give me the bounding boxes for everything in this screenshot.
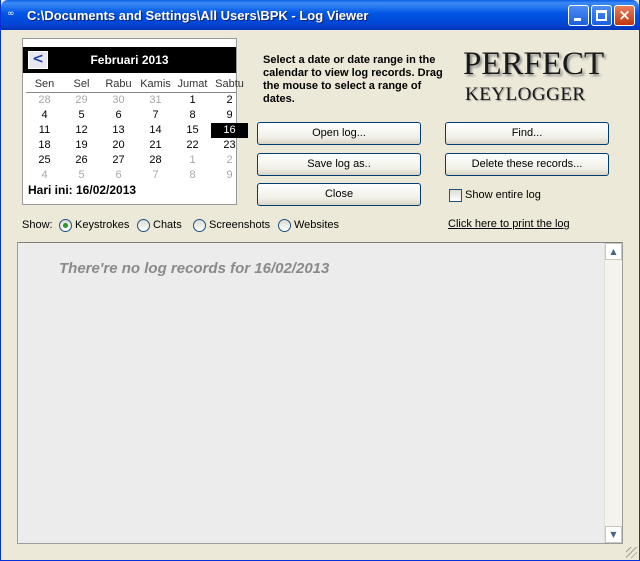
maximize-button[interactable] [591, 5, 612, 26]
weekday-header: Sel [73, 78, 90, 90]
calendar-month-label: Februari 2013 [90, 53, 169, 67]
calendar-day[interactable]: 25 [26, 153, 63, 168]
weekday-header: Jumat [177, 78, 208, 90]
log-viewer-window: ∞ C:\Documents and Settings\All Users\BP… [0, 0, 640, 561]
print-log-link[interactable]: Click here to print the log [448, 218, 570, 230]
calendar-day[interactable]: 20 [100, 138, 137, 153]
calendar-day[interactable]: 6 [100, 108, 137, 123]
websites-radio[interactable] [278, 219, 291, 232]
today-label: Hari ini: 16/02/2013 [28, 183, 137, 197]
calendar-day[interactable]: 9 [211, 108, 248, 123]
calendar-day[interactable]: 6 [100, 168, 137, 183]
calendar-day[interactable]: 2 [211, 93, 248, 108]
calendar-day[interactable]: 30 [100, 93, 137, 108]
calendar-day[interactable]: 5 [63, 108, 100, 123]
minimize-icon [574, 18, 581, 21]
previous-month-button[interactable]: < [28, 51, 48, 69]
calendar-day[interactable]: 7 [137, 168, 174, 183]
calendar-day-selected[interactable]: 16 [211, 123, 248, 138]
weekday-header: Kamis [140, 78, 171, 90]
calendar-day[interactable]: 28 [26, 93, 63, 108]
screenshots-label[interactable]: Screenshots [209, 219, 270, 231]
calendar-weeks: 28 29 30 31 1 2 4 5 6 7 8 9 11 12 13 14 15 16 18 19 20 21 22 23… [26, 93, 248, 183]
calendar-day[interactable]: 14 [137, 123, 174, 138]
logo-keylogger: KEYLOGGER [465, 84, 586, 105]
calendar-day[interactable]: 18 [26, 138, 63, 153]
calendar-week-row: 25 26 27 28 1 2 [26, 153, 236, 168]
show-label: Show: [22, 219, 53, 231]
calendar-day[interactable]: 8 [174, 168, 211, 183]
log-records-pane[interactable]: There're no log records for 16/02/2013 ▲… [17, 242, 623, 544]
title-bar[interactable]: ∞ C:\Documents and Settings\All Users\BP… [1, 0, 639, 30]
calendar-day[interactable]: 2 [211, 153, 248, 168]
calendar-day[interactable]: 11 [26, 123, 63, 138]
chevron-left-icon: < [32, 51, 44, 67]
calendar-grid: Sen Sel Rabu Kamis Jumat Sabtu 28 29 30 31 1… [26, 77, 248, 183]
calendar-day[interactable]: 26 [63, 153, 100, 168]
chats-radio[interactable] [137, 219, 150, 232]
calendar-day[interactable]: 29 [63, 93, 100, 108]
calendar-day[interactable]: 15 [174, 123, 211, 138]
show-entire-log-label[interactable]: Show entire log [465, 189, 541, 201]
open-log-button[interactable]: Open log... [257, 122, 421, 145]
calendar-day[interactable]: 28 [137, 153, 174, 168]
chats-label[interactable]: Chats [153, 219, 182, 231]
window-title: C:\Documents and Settings\All Users\BPK … [27, 8, 369, 23]
close-window-button[interactable]: × [614, 5, 635, 26]
calendar-day[interactable]: 1 [174, 153, 211, 168]
websites-label[interactable]: Websites [294, 219, 339, 231]
weekday-header: Sabtu [215, 78, 244, 90]
scroll-down-button[interactable]: ▼ [605, 526, 622, 543]
keystrokes-label[interactable]: Keystrokes [75, 219, 129, 231]
logo-perfect: PERFECT [463, 46, 605, 82]
calendar-day[interactable]: 9 [211, 168, 248, 183]
calendar-weekday-row: Sen Sel Rabu Kamis Jumat Sabtu [26, 77, 244, 93]
calendar-week-row: 456789 [26, 168, 236, 183]
weekday-header: Rabu [105, 78, 132, 90]
find-button[interactable]: Find... [445, 122, 609, 145]
resize-grip-icon[interactable] [626, 547, 637, 558]
delete-records-button[interactable]: Delete these records... [445, 153, 609, 176]
screenshots-radio[interactable] [193, 219, 206, 232]
vertical-scrollbar[interactable]: ▲ ▼ [604, 243, 622, 543]
calendar-day[interactable]: 19 [63, 138, 100, 153]
close-button[interactable]: Close [257, 183, 421, 206]
keylogger-app-icon[interactable]: ∞ [7, 9, 23, 19]
date-calendar: Februari 2013 < Sen Sel Rabu Kamis Jumat… [22, 38, 248, 205]
calendar-day[interactable]: 7 [137, 108, 174, 123]
calendar-week-row: 28 29 30 31 1 2 [26, 93, 236, 108]
maximize-icon [596, 10, 607, 21]
minimize-button[interactable] [568, 5, 589, 26]
close-icon: × [618, 6, 631, 24]
calendar-day[interactable]: 27 [100, 153, 137, 168]
calendar-day[interactable]: 22 [174, 138, 211, 153]
scroll-up-button[interactable]: ▲ [605, 243, 622, 260]
arrow-up-icon: ▲ [610, 247, 617, 256]
calendar-day[interactable]: 8 [174, 108, 211, 123]
calendar-day[interactable]: 31 [137, 93, 174, 108]
keystrokes-radio[interactable] [59, 219, 72, 232]
weekday-header: Sen [34, 78, 55, 90]
calendar-week-row: 456789 [26, 108, 236, 123]
calendar-day[interactable]: 23 [211, 138, 248, 153]
calendar-day[interactable]: 13 [100, 123, 137, 138]
instructions-text: Select a date or date range in the calen… [263, 54, 443, 105]
save-log-button[interactable]: Save log as.. [257, 153, 421, 176]
calendar-week-row: 18 19 20 21 22 23 [26, 138, 236, 153]
calendar-day[interactable]: 5 [63, 168, 100, 183]
calendar-day[interactable]: 4 [26, 108, 63, 123]
calendar-day[interactable]: 4 [26, 168, 63, 183]
calendar-header: Februari 2013 < [23, 47, 236, 73]
calendar-day[interactable]: 12 [63, 123, 100, 138]
calendar-week-row: 11 12 13 14 15 16 [26, 123, 248, 138]
arrow-down-icon: ▼ [610, 530, 617, 539]
show-entire-log-checkbox[interactable] [449, 189, 462, 202]
no-records-message: There're no log records for 16/02/2013 [59, 260, 330, 277]
calendar-day[interactable]: 1 [174, 93, 211, 108]
calendar-day[interactable]: 21 [137, 138, 174, 153]
